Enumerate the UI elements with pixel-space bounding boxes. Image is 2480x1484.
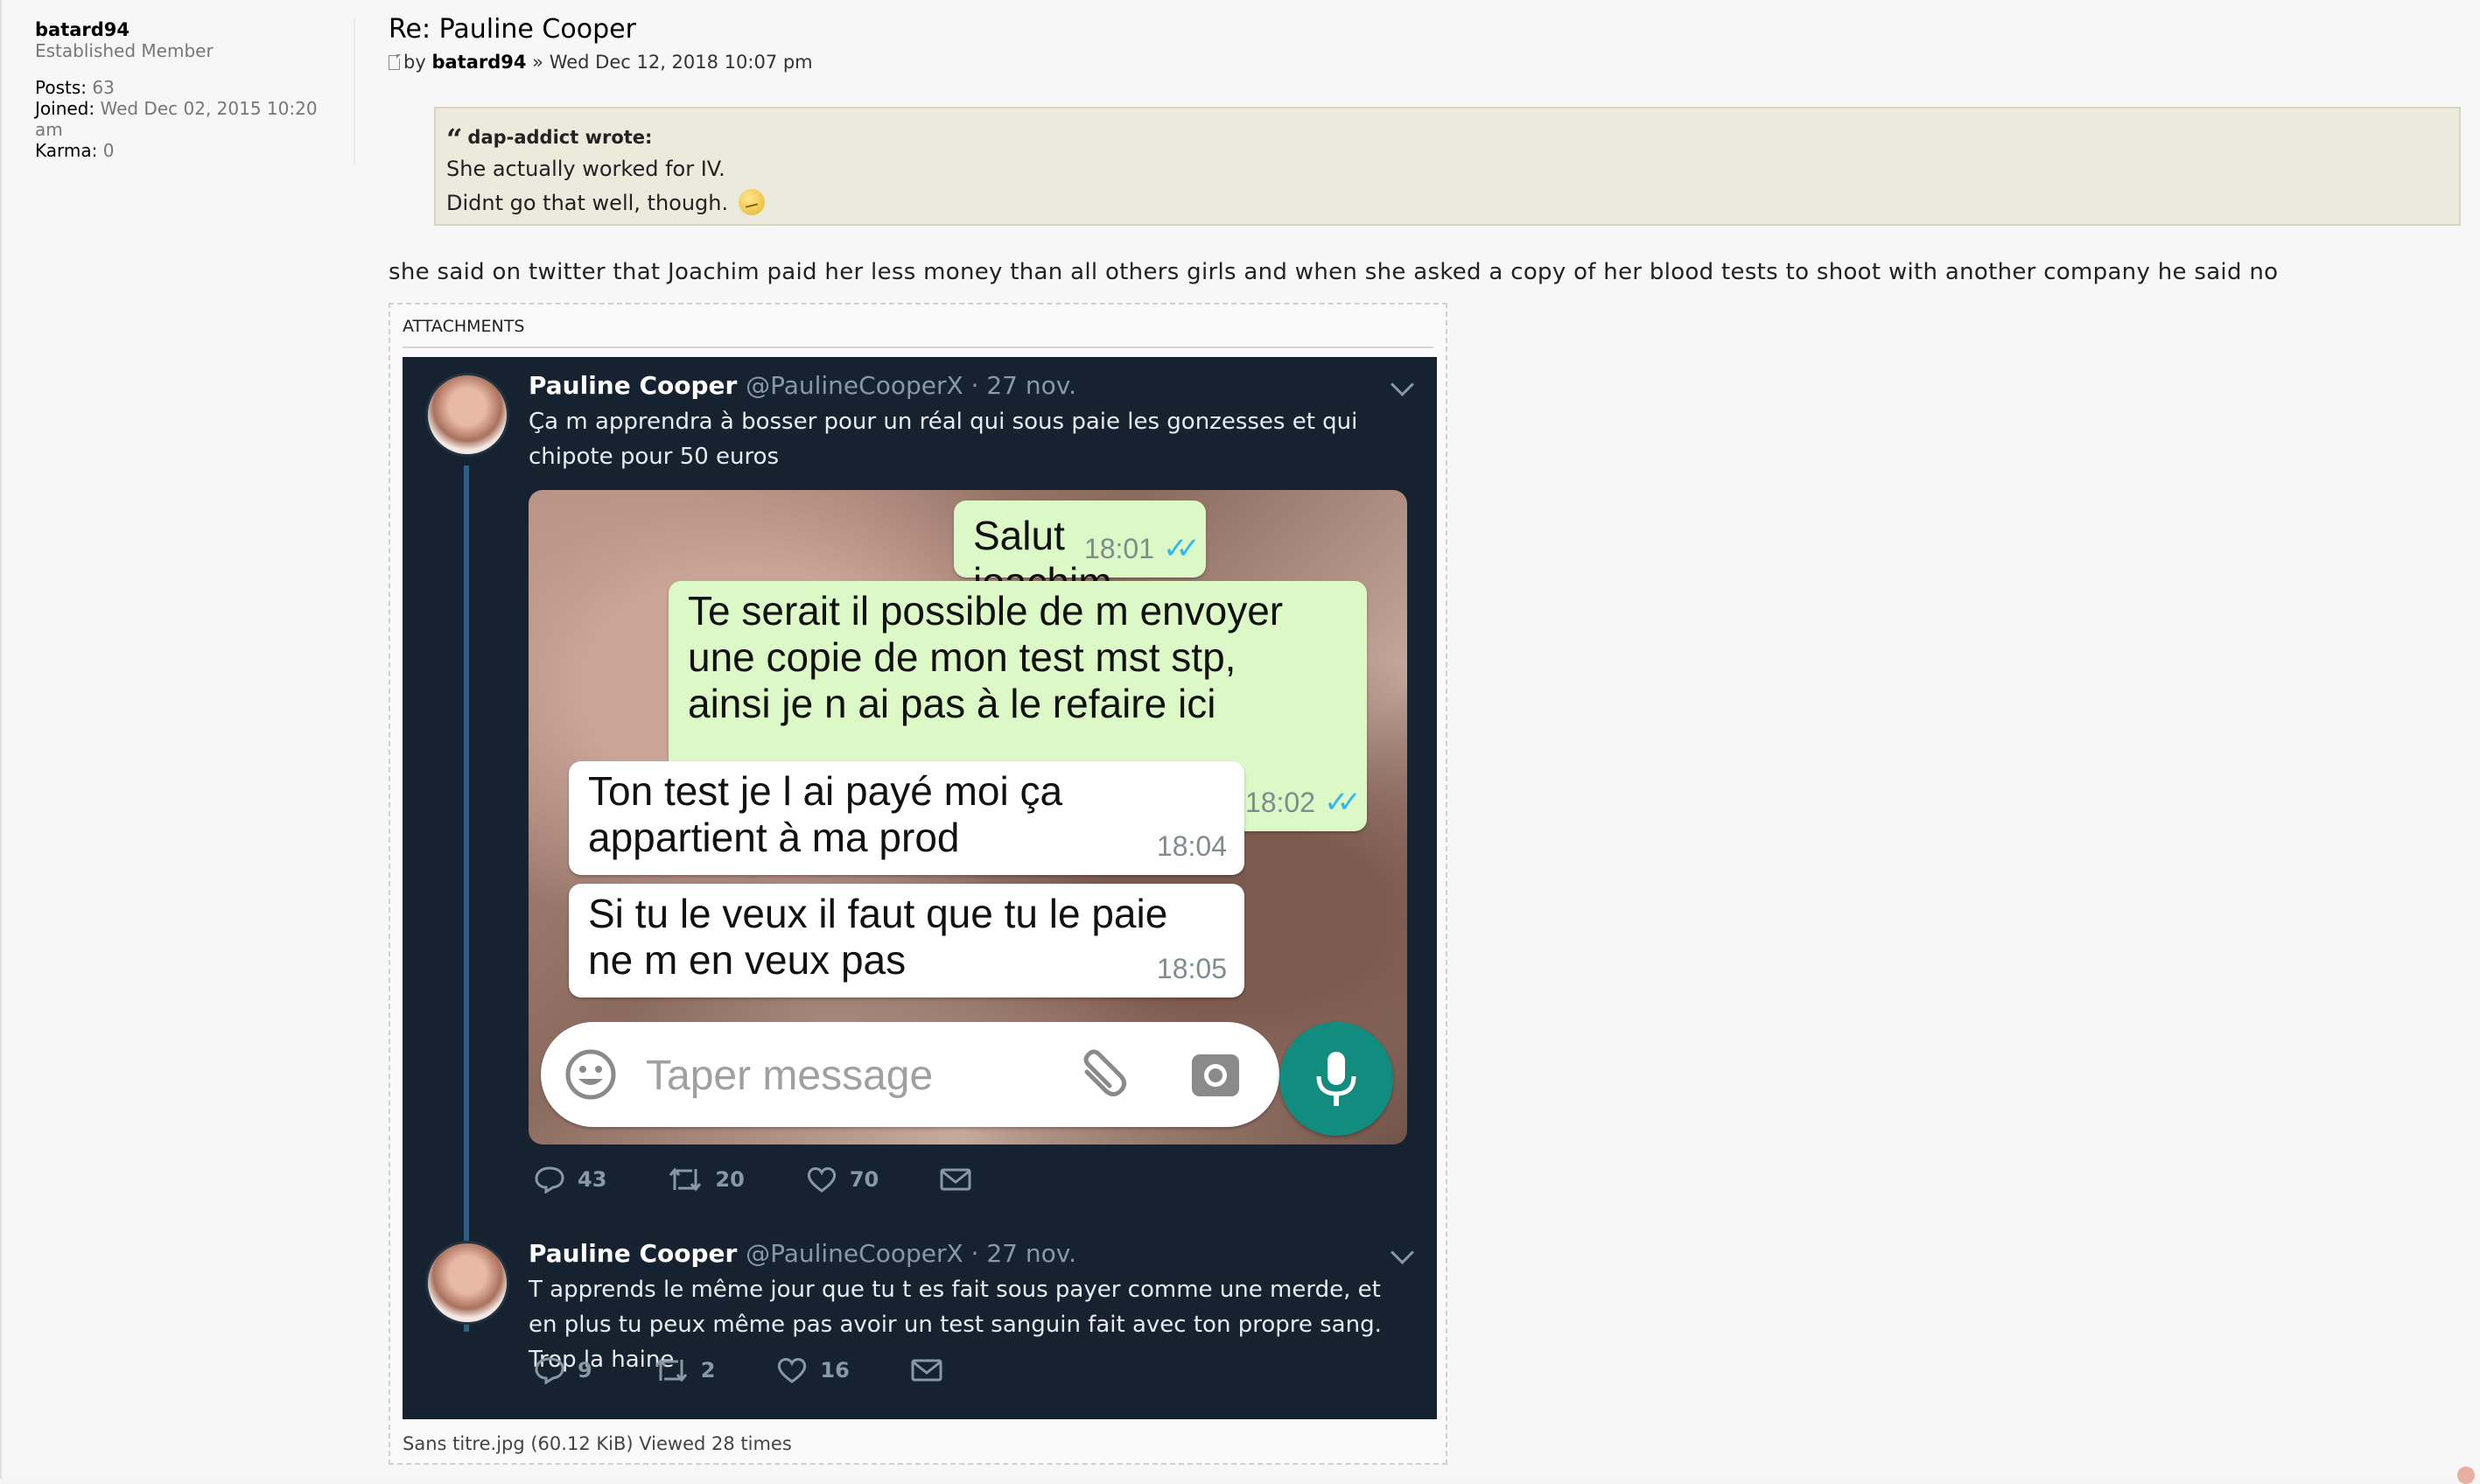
message-input: Taper message bbox=[541, 1022, 1279, 1127]
tweet-meta: @PaulineCooperX · 27 nov. bbox=[746, 1239, 1077, 1268]
chat-time: 18:01 ✓✓ bbox=[1084, 526, 1201, 572]
post-body: she said on twitter that Joachim paid he… bbox=[389, 259, 2279, 285]
tweet-actions: 9 2 16 bbox=[534, 1356, 1016, 1384]
like-icon bbox=[778, 1358, 807, 1383]
tweet-actions: 43 20 70 bbox=[534, 1166, 1045, 1194]
scroll-indicator bbox=[2457, 1466, 2475, 1484]
attachment-image[interactable]: Pauline Cooper @PaulineCooperX · 27 nov.… bbox=[403, 357, 1437, 1419]
smiley-icon bbox=[738, 189, 765, 215]
chat-message: Salut joachim 18:01✓✓ bbox=[954, 500, 1206, 605]
tweet-author: Pauline Cooper @PaulineCooperX · 27 nov. bbox=[529, 1239, 1077, 1268]
attachment-caption: Sans titre.jpg (60.12 KiB) Viewed 28 tim… bbox=[403, 1433, 792, 1454]
quote-cite: “dap-addict wrote: bbox=[446, 124, 2450, 153]
reply-action: 9 bbox=[534, 1356, 592, 1384]
tweet-author: Pauline Cooper @PaulineCooperX · 27 nov. bbox=[529, 371, 1077, 400]
byline-by: by bbox=[403, 52, 426, 73]
post-byline: by batard94 » Wed Dec 12, 2018 10:07 pm bbox=[389, 52, 2462, 73]
mic-button bbox=[1279, 1022, 1393, 1136]
retweet-icon bbox=[669, 1167, 702, 1192]
quote-icon: “ bbox=[446, 122, 463, 156]
retweet-icon bbox=[655, 1358, 687, 1382]
avatar bbox=[425, 1241, 509, 1325]
retweet-action: 20 bbox=[668, 1166, 745, 1194]
profile-karma-value: 0 bbox=[102, 140, 115, 161]
thread-line bbox=[464, 466, 469, 1332]
profile-username[interactable]: batard94 bbox=[35, 19, 350, 40]
mic-icon bbox=[1316, 1052, 1356, 1106]
like-icon bbox=[807, 1167, 836, 1193]
like-action: 16 bbox=[776, 1356, 850, 1384]
avatar bbox=[425, 373, 509, 457]
reply-icon bbox=[535, 1357, 564, 1384]
message-placeholder: Taper message bbox=[646, 1053, 934, 1099]
quote-block: “dap-addict wrote: She actually worked f… bbox=[434, 107, 2461, 226]
read-ticks-icon: ✓✓ bbox=[1163, 532, 1201, 565]
message-action bbox=[911, 1358, 955, 1382]
retweet-action: 2 bbox=[654, 1356, 715, 1384]
chat-time: 18:05 bbox=[1156, 953, 1227, 984]
quote-line-2: Didnt go that well, though. bbox=[446, 186, 2450, 220]
profile-posts: Posts: 63 bbox=[35, 77, 115, 98]
read-ticks-icon: ✓✓ bbox=[1324, 786, 1362, 819]
forum-page: batard94 Established Member Posts: 63 Jo… bbox=[0, 0, 2480, 1484]
camera-icon bbox=[1192, 1054, 1239, 1096]
chat-message: Si tu le veux il faut que tu le paie ne … bbox=[569, 884, 1244, 998]
post-date: » Wed Dec 12, 2018 10:07 pm bbox=[532, 52, 813, 73]
message-action bbox=[940, 1167, 984, 1192]
chat-message: Ton test je l ai payé moi ça appartient … bbox=[569, 761, 1244, 875]
tweet-text: Ça m apprendra à bosser pour un réal qui… bbox=[529, 409, 1358, 470]
attachments-heading: ATTACHMENTS bbox=[403, 317, 525, 336]
chat-time: 18:02 ✓✓ bbox=[1245, 780, 1362, 826]
attachments-divider bbox=[403, 346, 1433, 348]
like-action: 70 bbox=[806, 1166, 879, 1194]
chevron-down-icon bbox=[1391, 373, 1414, 396]
profile-karma: Karma: 0 bbox=[35, 140, 115, 161]
chat-time: 18:04 bbox=[1156, 830, 1227, 862]
column-divider bbox=[354, 16, 355, 164]
tweet-meta: @PaulineCooperX · 27 nov. bbox=[746, 371, 1077, 400]
quote-line-1: She actually worked for IV. bbox=[446, 157, 725, 181]
reply-action: 43 bbox=[534, 1166, 606, 1194]
profile-posts-count[interactable]: 63 bbox=[92, 77, 114, 98]
quote-author: dap-addict wrote: bbox=[467, 127, 653, 148]
post-title[interactable]: Re: Pauline Cooper bbox=[389, 14, 2462, 45]
post: Re: Pauline Cooper by batard94 » Wed Dec… bbox=[389, 14, 2462, 1465]
emoji-icon bbox=[565, 1049, 616, 1100]
chevron-down-icon bbox=[1391, 1241, 1414, 1264]
chat-screenshot: Salut joachim 18:01✓✓ Te serait il possi… bbox=[529, 490, 1407, 1144]
reply-icon bbox=[535, 1166, 564, 1194]
profile-rank: Established Member bbox=[35, 40, 214, 61]
attach-icon bbox=[1083, 1049, 1127, 1096]
message-icon bbox=[911, 1359, 942, 1382]
attachment-box: ATTACHMENTS Pauline Cooper @PaulineCoope… bbox=[389, 303, 1447, 1465]
profile-joined: Joined: Wed Dec 02, 2015 10:20 am bbox=[35, 98, 318, 140]
post-icon[interactable] bbox=[389, 53, 401, 70]
author-profile: batard94 Established Member Posts: 63 Jo… bbox=[35, 19, 350, 161]
message-icon bbox=[940, 1168, 971, 1191]
post-author[interactable]: batard94 bbox=[431, 52, 526, 73]
